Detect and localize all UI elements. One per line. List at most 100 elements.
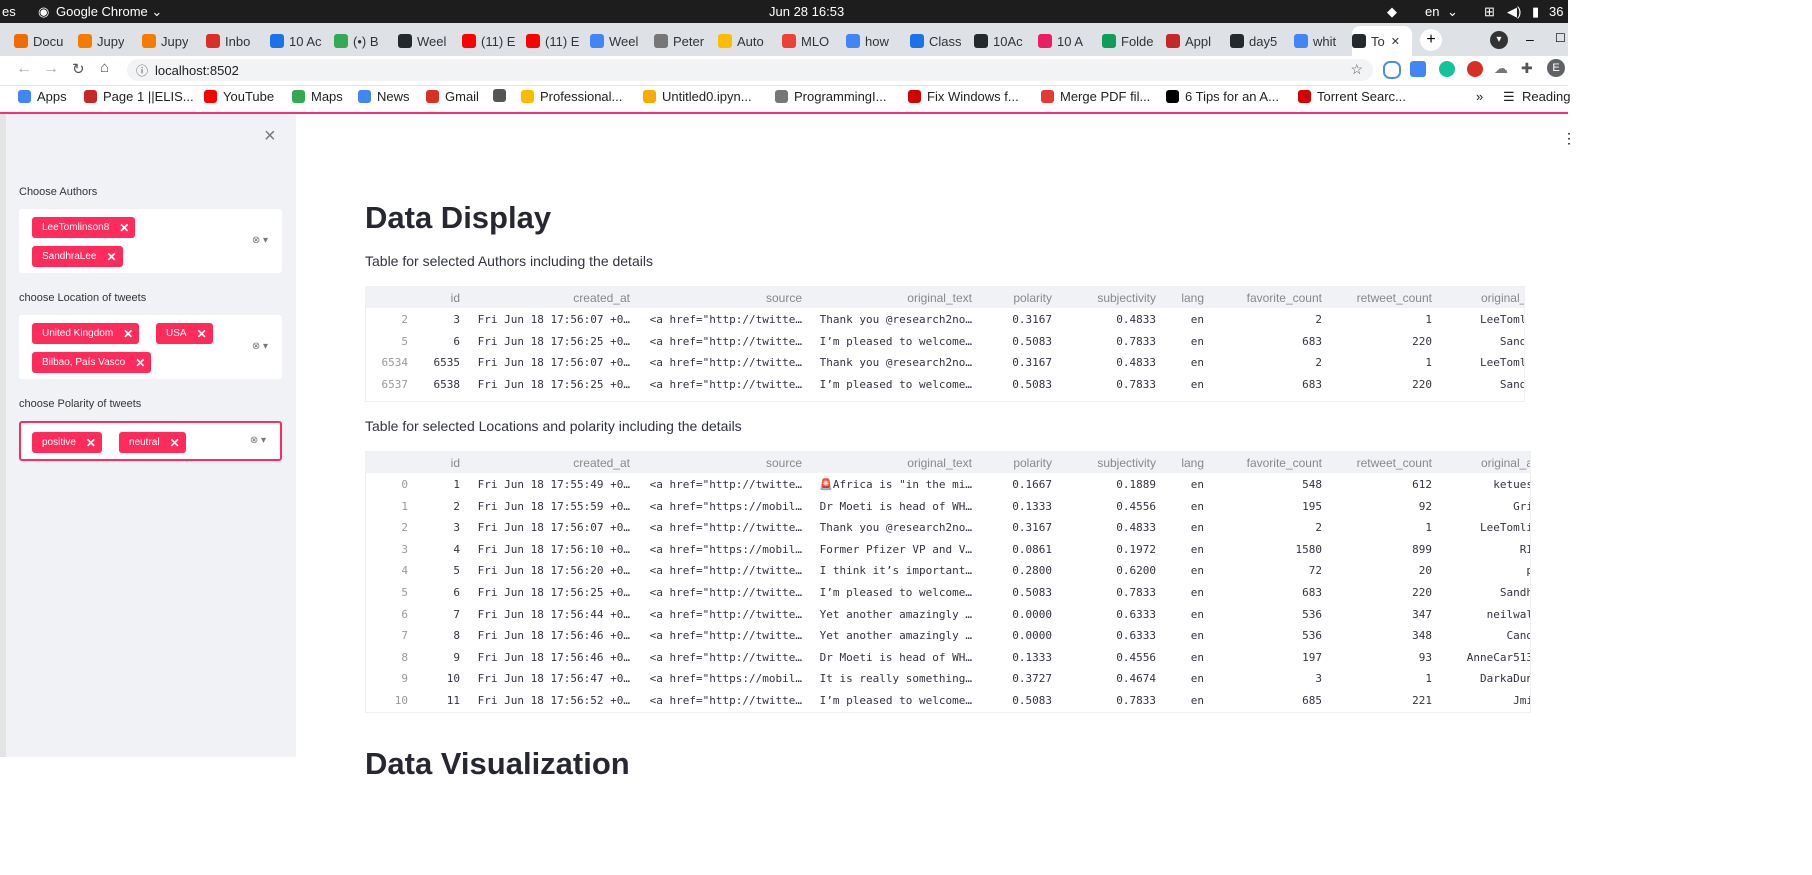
discord-tray-icon[interactable]: ◆ (1387, 4, 1397, 20)
language-indicator[interactable]: en (1425, 4, 1439, 19)
table-row[interactable]: 6 7 Fri Jun 18 17:56:44 +0… <a href="http:/… (366, 604, 1530, 625)
bookmark-item[interactable]: Torrent Searc... (1298, 89, 1406, 104)
tab-17[interactable]: 10 A (1038, 26, 1096, 56)
back-icon[interactable]: ← (16, 60, 32, 78)
remove-chip-icon[interactable]: ✕ (86, 436, 96, 450)
column-header[interactable]: original_text (812, 291, 972, 305)
column-header[interactable]: id (412, 456, 460, 470)
table-row[interactable]: 3 4 Fri Jun 18 17:56:10 +0… <a href="https:… (366, 539, 1530, 560)
remove-chip-icon[interactable]: ✕ (135, 356, 145, 370)
bookmark-item[interactable]: Page 1 ||ELIS... (84, 89, 194, 104)
table-row[interactable]: 5 6 Fri Jun 18 17:56:25 +0… <a href="http:/… (366, 331, 1524, 352)
table-row[interactable]: 8 9 Fri Jun 18 17:56:46 +0… <a href="http:/… (366, 647, 1530, 668)
volume-icon[interactable]: ◀) (1507, 4, 1521, 20)
new-tab-button[interactable]: + (1420, 29, 1442, 51)
table-row[interactable]: 7 8 Fri Jun 18 17:56:46 +0… <a href="http:/… (366, 625, 1530, 646)
bookmark-item[interactable]: ProgrammingI... (775, 89, 886, 104)
bookmark-item[interactable]: Gmail (426, 89, 479, 104)
clear-location-icon[interactable]: ⊗ ▾ (252, 341, 268, 352)
column-header[interactable]: original_text (812, 456, 972, 470)
table-row[interactable]: 9 10 Fri Jun 18 17:56:47 +0… <a href="https… (366, 668, 1530, 689)
column-header[interactable]: favorite_count (1212, 456, 1322, 470)
bookmark-item[interactable]: Fix Windows f... (908, 89, 1019, 104)
tab-19[interactable]: Appl (1166, 26, 1224, 56)
authors-multiselect[interactable]: ⊗ ▾ LeeTomlinson8 ✕ SandhraLee ✕ (19, 209, 282, 273)
bookmark-star-icon[interactable]: ☆ (1350, 61, 1363, 78)
column-header[interactable]: source (642, 456, 802, 470)
authors-table[interactable]: id created_at source original_text polarity s… (365, 286, 1525, 402)
tab-search-icon[interactable]: ▾ (1490, 31, 1508, 49)
column-header[interactable]: subjectivity (1060, 456, 1156, 470)
clear-polarity-icon[interactable]: ⊗ ▾ (250, 435, 266, 446)
remove-chip-icon[interactable]: ✕ (170, 436, 180, 450)
reading-list-icon[interactable]: ☰ (1503, 89, 1515, 105)
column-header[interactable]: polarity (978, 291, 1052, 305)
tab-1[interactable]: Docu (14, 26, 72, 56)
translate-extension-icon[interactable] (1410, 61, 1426, 77)
tab-13[interactable]: MLO (782, 26, 840, 56)
table-row[interactable]: 6537 6538 Fri Jun 18 17:56:25 +0… <a href="… (366, 374, 1525, 395)
tab-21[interactable]: whit (1294, 26, 1352, 56)
column-header[interactable]: retweet_count (1328, 456, 1432, 470)
cloud-extension-icon[interactable]: ☁ (1494, 60, 1508, 77)
table-row[interactable]: 0 1 Fri Jun 18 17:55:49 +0… <a href="http:/… (366, 474, 1530, 495)
tab-3[interactable]: Jupy (142, 26, 200, 56)
column-header[interactable]: created_at (470, 291, 630, 305)
tab-2[interactable]: Jupy (78, 26, 136, 56)
reload-icon[interactable]: ↻ (72, 60, 85, 78)
forward-icon[interactable]: → (43, 60, 59, 78)
tab-4[interactable]: Inbo (206, 26, 264, 56)
app-menu[interactable]: Google Chrome ⌄ (56, 4, 162, 20)
remove-chip-icon[interactable]: ✕ (119, 221, 129, 235)
column-header[interactable]: subjectivity (1060, 291, 1156, 305)
remove-chip-icon[interactable]: ✕ (123, 327, 133, 341)
profile-avatar-icon[interactable]: E (1547, 59, 1565, 77)
minimize-icon[interactable]: – (1526, 31, 1534, 47)
activities-label[interactable]: es (2, 4, 16, 19)
clear-authors-icon[interactable]: ⊗ ▾ (252, 235, 268, 246)
column-header[interactable]: polarity (978, 456, 1052, 470)
remove-chip-icon[interactable]: ✕ (107, 250, 117, 264)
tab-14[interactable]: how (846, 26, 904, 56)
grammarly-extension-icon[interactable] (1439, 61, 1455, 77)
column-header[interactable]: source (642, 291, 802, 305)
column-header[interactable]: favorite_count (1212, 291, 1322, 305)
adblock-extension-icon[interactable] (1467, 61, 1483, 77)
tab-10[interactable]: Weel (590, 26, 648, 56)
close-sidebar-icon[interactable]: × (264, 125, 276, 148)
tab-5[interactable]: 10 Ac (270, 26, 328, 56)
url-text[interactable]: localhost:8502 (155, 63, 239, 78)
bookmark-item[interactable]: 6 Tips for an A... (1166, 89, 1279, 104)
tab-7[interactable]: Weel (398, 26, 456, 56)
more-bookmarks-icon[interactable]: » (1476, 89, 1483, 104)
home-icon[interactable]: ⌂ (100, 59, 109, 76)
locations-table[interactable]: id created_at source original_text polarity s… (365, 451, 1531, 713)
extensions-puzzle-icon[interactable]: ✚ (1521, 60, 1533, 77)
table-row[interactable]: 5 6 Fri Jun 18 17:56:25 +0… <a href="http:/… (366, 582, 1530, 603)
tab-22[interactable]: To ✕ (1352, 26, 1412, 56)
tab-12[interactable]: Auto (718, 26, 776, 56)
tab-8[interactable]: (11) E (462, 26, 520, 56)
bookmark-item[interactable]: Professional... (521, 89, 622, 104)
table-row[interactable]: 1 2 Fri Jun 18 17:55:59 +0… <a href="https:… (366, 496, 1530, 517)
table-row[interactable]: 4 5 Fri Jun 18 17:56:20 +0… <a href="http:/… (366, 560, 1530, 581)
location-multiselect[interactable]: ⊗ ▾ United Kingdom ✕ USA ✕ Bilbao, País Vasc… (19, 315, 282, 379)
bookmark-item[interactable]: Maps (292, 89, 343, 104)
table-row[interactable]: 10 11 Fri Jun 18 17:56:52 +0… <a href="http… (366, 690, 1530, 711)
bookmark-item[interactable]: Merge PDF fil... (1041, 89, 1150, 104)
column-header[interactable]: created_at (470, 456, 630, 470)
network-icon[interactable]: ⊞ (1484, 4, 1495, 20)
tab-20[interactable]: day5 (1230, 26, 1288, 56)
omnibox[interactable]: ⓘ localhost:8502 ☆ (127, 59, 1373, 81)
hamburger-menu-icon[interactable]: ⋮ (1562, 130, 1576, 147)
info-icon[interactable]: ⓘ (136, 62, 148, 79)
column-header[interactable]: lang (1162, 456, 1204, 470)
tab-11[interactable]: Peter (654, 26, 712, 56)
column-header[interactable]: original_a (1438, 456, 1530, 470)
tab-6[interactable]: (•) B (334, 26, 392, 56)
bookmark-item[interactable]: News (358, 89, 410, 104)
table-row[interactable]: 2 3 Fri Jun 18 17:56:07 +0… <a href="http:/… (366, 309, 1524, 330)
table-row[interactable]: 2 3 Fri Jun 18 17:56:07 +0… <a href="http:/… (366, 517, 1530, 538)
clock[interactable]: Jun 28 16:53 (769, 4, 844, 19)
table-row[interactable]: 6534 6535 Fri Jun 18 17:56:07 +0… <a href="… (366, 352, 1525, 373)
